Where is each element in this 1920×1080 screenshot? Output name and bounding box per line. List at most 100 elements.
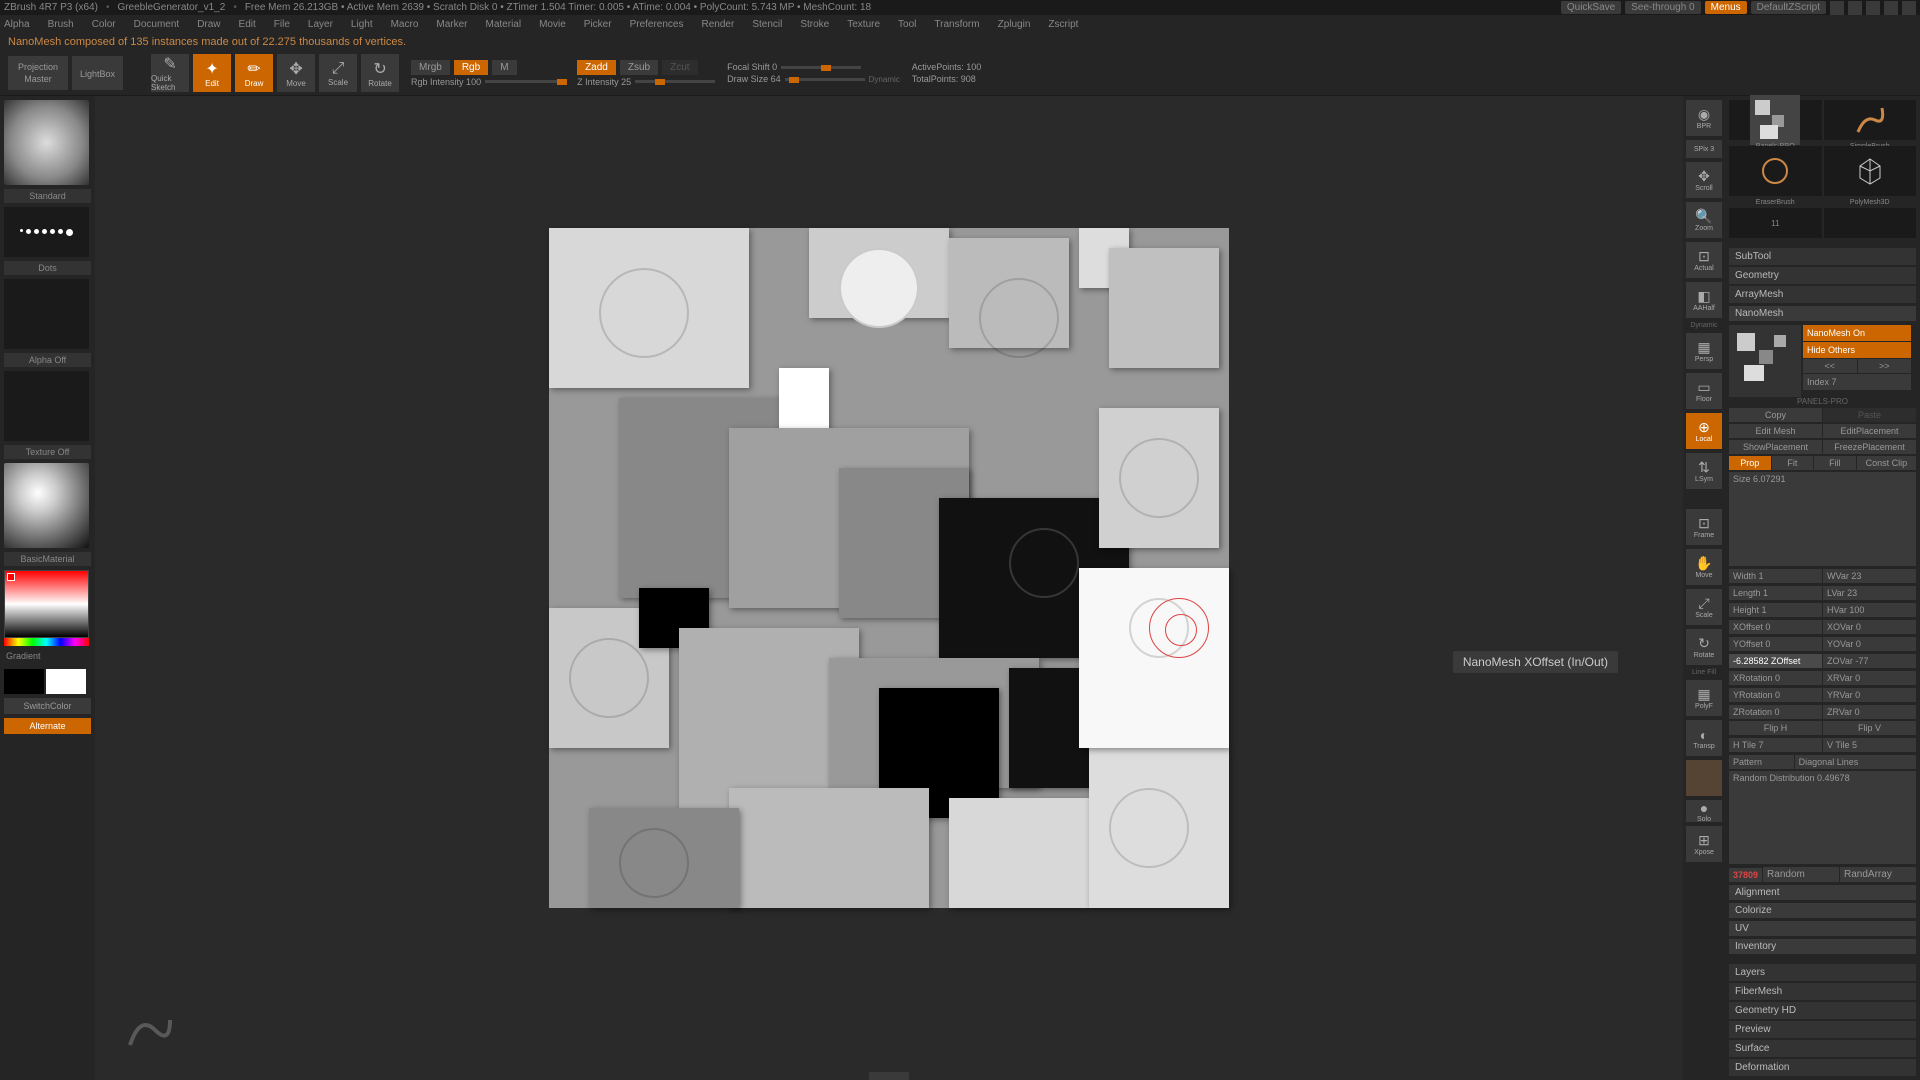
yrotation-slider[interactable]: YRotation 0 [1729,688,1822,702]
z-intensity-slider[interactable] [635,80,715,83]
xrotation-slider[interactable]: XRotation 0 [1729,671,1822,685]
width-slider[interactable]: Width 1 [1729,569,1822,583]
menus-button[interactable]: Menus [1705,1,1747,14]
scroll-button[interactable]: ✥Scroll [1686,162,1722,198]
edit-placement-button[interactable]: EditPlacement [1823,424,1916,438]
floor-button[interactable]: ▭Floor [1686,373,1722,409]
menu-item[interactable]: Edit [239,19,256,30]
zadd-toggle[interactable]: Zadd [577,60,616,75]
menu-item[interactable]: Transform [934,19,979,30]
edit-mesh-button[interactable]: Edit Mesh [1729,424,1822,438]
tool-thumb-simplebrush[interactable]: SimpleBrush [1824,100,1917,140]
menu-item[interactable]: Marker [436,19,467,30]
home-icon[interactable] [1848,1,1862,15]
focal-shift-slider[interactable] [781,66,861,69]
persp-button[interactable]: ▦Persp [1686,333,1722,369]
minimize-icon[interactable] [1866,1,1880,15]
randarray-button[interactable]: RandArray [1840,867,1916,882]
length-slider[interactable]: Length 1 [1729,586,1822,600]
menu-item[interactable]: Layer [308,19,333,30]
zoom-button[interactable]: 🔍Zoom [1686,202,1722,238]
xrvar-slider[interactable]: XRVar 0 [1823,671,1916,685]
rotate-button[interactable]: ↻Rotate [361,54,399,92]
swatch-secondary[interactable] [4,669,44,694]
local-button[interactable]: ⊕Local [1686,413,1722,449]
quicksave-button[interactable]: QuickSave [1561,1,1621,14]
arraymesh-header[interactable]: ArrayMesh [1729,286,1916,303]
menu-item[interactable]: Zscript [1048,19,1078,30]
zovar-slider[interactable]: ZOVar -77 [1823,654,1916,668]
geometry-header[interactable]: Geometry [1729,267,1916,284]
zrotation-slider[interactable]: ZRotation 0 [1729,705,1822,719]
freeze-placement-button[interactable]: FreezePlacement [1823,440,1916,454]
yrvar-slider[interactable]: YRVar 0 [1823,688,1916,702]
material-preview[interactable] [4,463,89,548]
maximize-icon[interactable] [1884,1,1898,15]
stroke-preview[interactable] [4,207,89,257]
alternate-button[interactable]: Alternate [4,718,91,734]
zsub-toggle[interactable]: Zsub [620,60,658,75]
spix-slider[interactable]: SPix 3 [1686,140,1722,158]
z-intensity-label[interactable]: Z Intensity 25 [577,77,631,87]
menu-item[interactable]: Brush [48,19,74,30]
vtile-slider[interactable]: V Tile 5 [1823,738,1916,752]
solo-button[interactable]: ●Solo [1686,800,1722,822]
rgb-toggle[interactable]: Rgb [454,60,488,75]
menu-item[interactable]: Macro [391,19,419,30]
rgb-intensity-slider[interactable] [485,80,565,83]
preview-header[interactable]: Preview [1729,1021,1916,1038]
switch-color-button[interactable]: SwitchColor [4,698,91,714]
random-seed[interactable]: 37809 [1729,868,1762,882]
menu-item[interactable]: Draw [197,19,220,30]
draw-size-label[interactable]: Draw Size 64 [727,74,781,84]
lsym-button[interactable]: ⇅LSym [1686,453,1722,489]
tool-thumb-current[interactable]: Panels-PRO [1729,100,1822,140]
color-marker-icon[interactable] [7,573,15,581]
yovar-slider[interactable]: YOVar 0 [1823,637,1916,651]
prop-toggle[interactable]: Prop [1729,456,1771,470]
grid-icon[interactable] [1830,1,1844,15]
move-button[interactable]: ✥Move [277,54,315,92]
nanomesh-viewport[interactable] [549,228,1229,908]
menu-item[interactable]: Movie [539,19,566,30]
random-distribution-slider[interactable]: Random Distribution 0.49678 [1729,771,1916,865]
fibermesh-header[interactable]: FiberMesh [1729,983,1916,1000]
projection-master-button[interactable]: Projection Master [8,56,68,90]
random-button[interactable]: Random [1763,867,1839,882]
height-slider[interactable]: Height 1 [1729,603,1822,617]
menu-item[interactable]: Material [486,19,522,30]
menu-item[interactable]: Document [134,19,180,30]
hue-slider[interactable] [4,638,89,646]
draw-size-slider[interactable] [785,78,865,81]
deformation-header[interactable]: Deformation [1729,1059,1916,1076]
zcut-toggle[interactable]: Zcut [662,60,697,75]
show-placement-button[interactable]: ShowPlacement [1729,440,1822,454]
prev-index-button[interactable]: << [1803,359,1857,373]
menu-item[interactable]: Light [351,19,373,30]
zoffset-slider[interactable]: -6.28582 ZOffset [1729,654,1822,668]
size-slider[interactable]: Size 6.07291 [1729,472,1916,566]
quicksketch-button[interactable]: ✎Quick Sketch [151,54,189,92]
move-nav-button[interactable]: ✋Move [1686,549,1722,585]
gradient-label[interactable]: Gradient [4,649,91,663]
menu-item[interactable]: Alpha [4,19,30,30]
geometryhd-header[interactable]: Geometry HD [1729,1002,1916,1019]
menu-item[interactable]: File [274,19,290,30]
hvar-slider[interactable]: HVar 100 [1823,603,1916,617]
scale-nav-button[interactable]: ⤢Scale [1686,589,1722,625]
xovar-slider[interactable]: XOVar 0 [1823,620,1916,634]
flip-h-button[interactable]: Flip H [1729,721,1822,735]
polyf-button[interactable]: ▦PolyF [1686,680,1722,716]
focal-shift-label[interactable]: Focal Shift 0 [727,62,777,72]
menu-item[interactable]: Color [92,19,116,30]
rgb-intensity-label[interactable]: Rgb Intensity 100 [411,77,481,87]
transp-button[interactable]: ◐Transp [1686,720,1722,756]
close-icon[interactable] [1902,1,1916,15]
menu-item[interactable]: Render [702,19,735,30]
uv-header[interactable]: UV [1729,921,1916,936]
brush-preview[interactable] [4,100,89,185]
fit-toggle[interactable]: Fit [1772,456,1814,470]
m-toggle[interactable]: M [492,60,516,75]
fill-toggle[interactable]: Fill [1814,456,1856,470]
xoffset-slider[interactable]: XOffset 0 [1729,620,1822,634]
